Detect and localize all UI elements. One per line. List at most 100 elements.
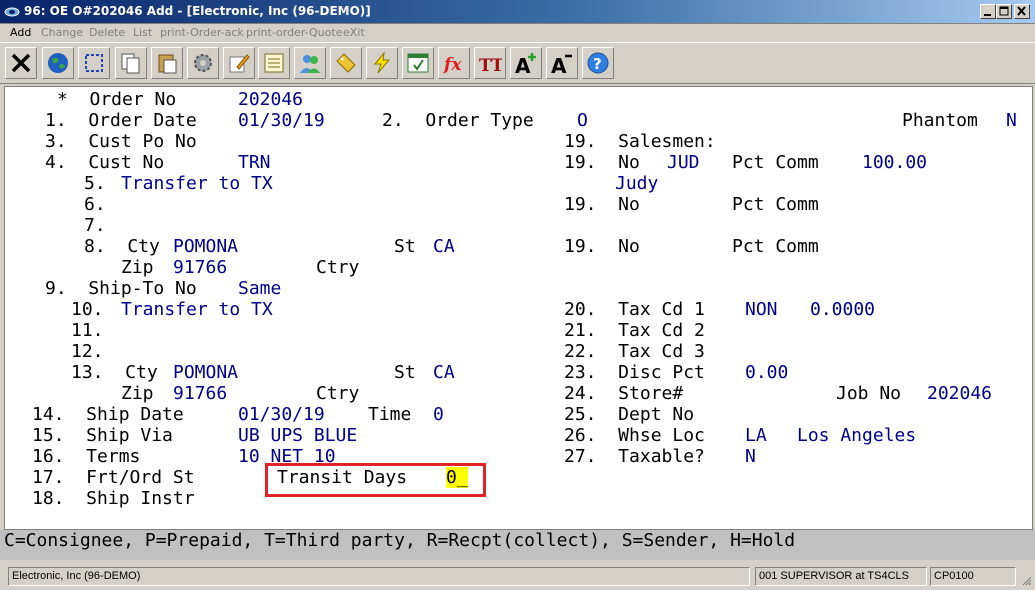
menu-list[interactable]: List <box>133 26 152 39</box>
globe-icon <box>48 53 68 73</box>
menu-exit[interactable]: eXit <box>343 26 365 39</box>
help-icon: ? <box>587 52 609 74</box>
paste-button[interactable] <box>151 47 183 79</box>
status-user: 001 SUPERVISOR at TS4CLS <box>755 567 927 586</box>
settings-icon <box>194 54 212 72</box>
whse-loc-label: 26. Whse Loc <box>564 425 705 446</box>
cust-no-value[interactable]: TRN <box>238 152 271 173</box>
toolbar: fx TT A A ? <box>0 42 1035 84</box>
time-value[interactable]: 0 <box>433 404 444 425</box>
salesman-1-no-label: 19. No <box>564 152 640 173</box>
svg-text:?: ? <box>593 55 602 73</box>
ship-via-label: 15. Ship Via <box>32 425 173 446</box>
ship-date-label: 14. Ship Date <box>32 404 184 425</box>
whse-loc-value[interactable]: LA <box>745 425 767 446</box>
menu-change[interactable]: Change <box>41 26 83 39</box>
tag-button[interactable] <box>330 47 362 79</box>
help-line: C=Consignee, P=Prepaid, T=Third party, R… <box>0 530 1035 560</box>
font-increase-button[interactable]: A <box>510 47 542 79</box>
menu-print-order-ack[interactable]: print-Order-ack <box>160 26 244 39</box>
fx-button[interactable]: fx <box>438 47 470 79</box>
fx-icon: fx <box>443 55 462 75</box>
ship-to-no-value[interactable]: Same <box>238 278 281 299</box>
menu-delete[interactable]: Delete <box>89 26 125 39</box>
zip-value[interactable]: 91766 <box>173 257 227 278</box>
disc-pct-value[interactable]: 0.00 <box>745 362 788 383</box>
ship-zip-label: Zip <box>121 383 154 404</box>
notes-button[interactable] <box>258 47 290 79</box>
status-code: CP0100 <box>930 567 1016 586</box>
field-12-label: 12. <box>71 341 104 362</box>
cust-po-label: 3. Cust Po No <box>45 131 197 152</box>
svg-text:A: A <box>551 54 567 75</box>
cust-no-label: 4. Cust No <box>45 152 165 173</box>
field-7-label: 7. <box>84 215 106 236</box>
lightning-button[interactable] <box>366 47 398 79</box>
users-icon <box>300 55 320 73</box>
tag-icon <box>336 53 356 73</box>
font-decrease-button[interactable]: A <box>546 47 578 79</box>
field-11-label: 11. <box>71 320 104 341</box>
title-bar: 96: OE O#202046 Add - [Electronic, Inc (… <box>0 0 1035 24</box>
field-5-value[interactable]: Transfer to TX <box>121 173 273 194</box>
spreadsheet-button[interactable] <box>402 47 434 79</box>
order-date-value[interactable]: 01/30/19 <box>238 110 325 131</box>
close-button[interactable] <box>1014 4 1030 19</box>
terms-label: 16. Terms <box>32 446 141 467</box>
menu-print-order-quote[interactable]: print-order-Quote <box>246 26 342 39</box>
salesman-1-no-value[interactable]: JUD <box>667 152 700 173</box>
ship-via-value[interactable]: UB UPS BLUE <box>238 425 357 446</box>
minimize-button[interactable] <box>980 4 996 19</box>
help-button[interactable]: ? <box>582 47 614 79</box>
taxable-label: 27. Taxable? <box>564 446 705 467</box>
ship-state-value[interactable]: CA <box>433 362 455 383</box>
phantom-value[interactable]: N <box>1006 110 1017 131</box>
taxable-value[interactable]: N <box>745 446 756 467</box>
menu-bar: Add Change Delete List print-Order-ack p… <box>0 24 1035 42</box>
help-line-text: C=Consignee, P=Prepaid, T=Third party, R… <box>4 530 796 551</box>
tax-cd-1-value[interactable]: NON <box>745 299 778 320</box>
order-type-label: 2. Order Type <box>382 110 534 131</box>
state-label: St <box>394 236 416 257</box>
salesmen-label: 19. Salesmen: <box>564 131 716 152</box>
city-value[interactable]: POMONA <box>173 236 238 257</box>
ship-instr-label: 18. Ship Instr <box>32 488 195 509</box>
ship-city-value[interactable]: POMONA <box>173 362 238 383</box>
order-no-value: 202046 <box>238 89 304 110</box>
order-type-value[interactable]: O <box>577 110 588 131</box>
job-no-value[interactable]: 202046 <box>927 383 992 404</box>
font-size-button[interactable]: TT <box>474 47 506 79</box>
ship-zip-value[interactable]: 91766 <box>173 383 227 404</box>
globe-button[interactable] <box>42 47 74 79</box>
city-label: 8. Cty <box>84 236 160 257</box>
copy-button[interactable] <box>115 47 147 79</box>
font-size-icon: TT <box>479 56 502 75</box>
tax-cd-1-rate: 0.0000 <box>810 299 876 320</box>
salesman-1-pct-value[interactable]: 100.00 <box>862 152 927 173</box>
resize-grip-icon[interactable] <box>1020 574 1032 586</box>
close-tool-button[interactable] <box>5 47 37 79</box>
window-title: 96: OE O#202046 Add - [Electronic, Inc (… <box>24 4 371 18</box>
copy-icon <box>121 53 140 74</box>
frt-ord-st-label: 17. Frt/Ord St <box>32 467 195 488</box>
menu-add[interactable]: Add <box>10 26 31 39</box>
dept-no-label: 25. Dept No <box>564 404 695 425</box>
salesman-2-no-label: 19. No <box>564 194 640 215</box>
edit-button[interactable] <box>223 47 255 79</box>
order-no-label: * Order No <box>57 89 177 110</box>
users-button[interactable] <box>294 47 326 79</box>
select-button[interactable] <box>78 47 110 79</box>
salesman-3-pct-label: Pct Comm <box>732 236 819 257</box>
order-date-label: 1. Order Date <box>45 110 197 131</box>
maximize-button[interactable] <box>996 4 1012 19</box>
notes-icon <box>264 53 284 73</box>
field-10-label: 10. <box>71 299 104 320</box>
field-10-value[interactable]: Transfer to TX <box>121 299 273 320</box>
ship-date-value[interactable]: 01/30/19 <box>238 404 325 425</box>
highlight-box <box>265 463 486 497</box>
disc-pct-label: 23. Disc Pct <box>564 362 705 383</box>
tax-cd-1-label: 20. Tax Cd 1 <box>564 299 705 320</box>
field-5-label: 5. <box>84 173 106 194</box>
state-value[interactable]: CA <box>433 236 455 257</box>
settings-button[interactable] <box>187 47 219 79</box>
